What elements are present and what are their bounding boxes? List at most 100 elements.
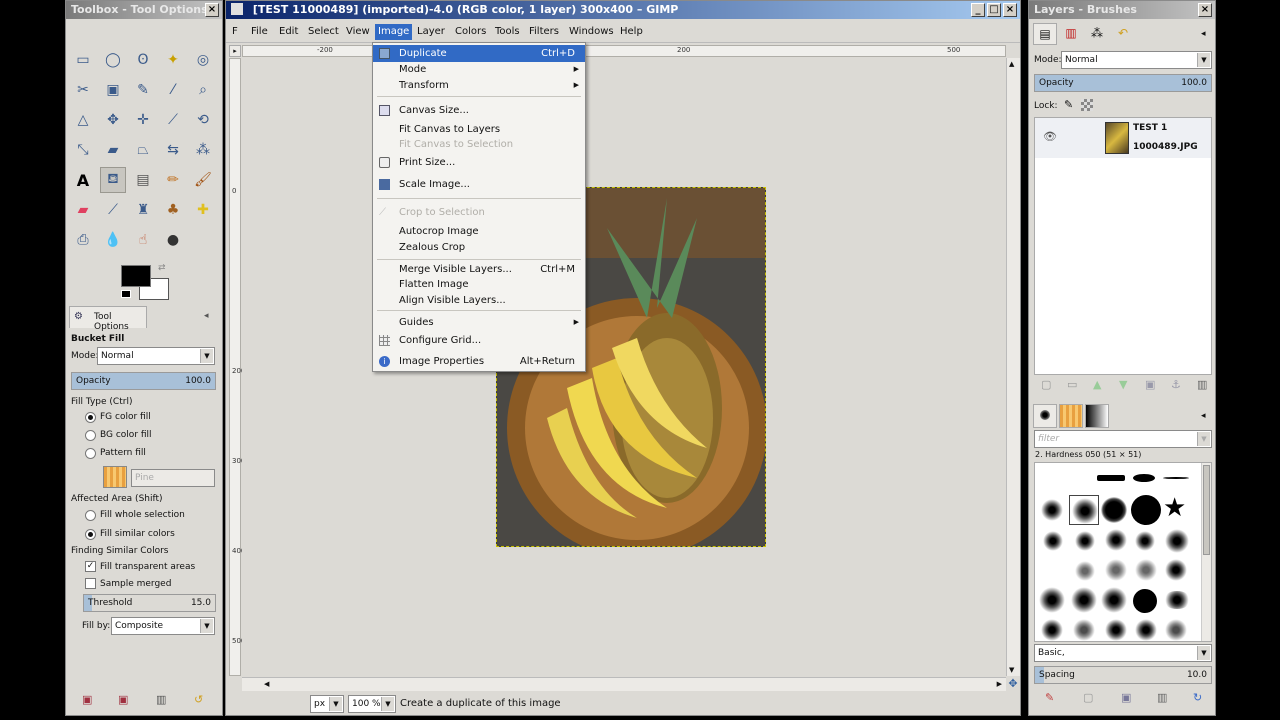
menu-select[interactable]: Select	[305, 24, 342, 40]
menu-windows[interactable]: Windows	[566, 24, 617, 40]
ink-tool-icon[interactable]: ♜	[130, 197, 156, 223]
blend-tool-icon[interactable]: ▤	[130, 167, 156, 193]
save-options-icon[interactable]: ▣	[82, 693, 92, 706]
new-brush-icon[interactable]: ▢	[1083, 691, 1093, 704]
star-brush-icon[interactable]: ★	[1163, 493, 1186, 523]
gradients-tab[interactable]	[1085, 404, 1109, 428]
brushes-tab[interactable]	[1033, 404, 1057, 428]
menu-item-guides[interactable]: Guides ▶	[373, 314, 585, 331]
clone-tool-icon[interactable]: ♣	[160, 197, 186, 223]
align-tool-icon[interactable]: ✛	[130, 107, 156, 133]
menu-item-image-properties[interactable]: i Image Properties Alt+Return	[373, 353, 585, 370]
blur-tool-icon[interactable]: 💧	[100, 227, 126, 253]
brush-item[interactable]	[1165, 529, 1189, 553]
menu-item-mode[interactable]: Mode ▶	[373, 61, 585, 78]
delete-layer-icon[interactable]: ▥	[1197, 378, 1207, 391]
paths-tab[interactable]: ⁂	[1085, 23, 1109, 45]
paintbrush-tool-icon[interactable]: 🖌	[190, 167, 216, 193]
brush-grid[interactable]: ★	[1034, 462, 1212, 642]
brush-scrollbar[interactable]	[1201, 463, 1211, 641]
brush-item[interactable]	[1043, 531, 1063, 551]
color-select-tool-icon[interactable]: ◎	[190, 47, 216, 73]
menu-item-configure-grid[interactable]: Configure Grid...	[373, 332, 585, 349]
close-button[interactable]: ×	[1003, 3, 1017, 17]
quick-mask-corner[interactable]: ▸	[229, 45, 241, 57]
fill-whole-selection-radio[interactable]	[85, 510, 96, 521]
airbrush-tool-icon[interactable]: ⟋	[100, 197, 126, 223]
brush-item[interactable]	[1041, 619, 1063, 641]
visibility-eye-icon[interactable]: 👁	[1043, 130, 1057, 143]
menu-item-flatten[interactable]: Flatten Image	[373, 276, 585, 293]
foreground-color-swatch[interactable]	[121, 265, 151, 287]
brush-item[interactable]	[1041, 499, 1063, 521]
color-picker-tool-icon[interactable]: ⁄	[160, 77, 186, 103]
layers-close-button[interactable]: ×	[1198, 3, 1212, 17]
raise-layer-icon[interactable]: ▲	[1093, 378, 1101, 391]
brush-scroll-thumb[interactable]	[1203, 465, 1210, 555]
anchor-layer-icon[interactable]: ⚓	[1171, 378, 1181, 391]
rotate-tool-icon[interactable]: ⟲	[190, 107, 216, 133]
menu-item-zealous-crop[interactable]: Zealous Crop	[373, 239, 585, 256]
refresh-brushes-icon[interactable]: ↻	[1193, 691, 1202, 704]
brush-item[interactable]	[1105, 559, 1127, 581]
patterns-tab[interactable]	[1059, 404, 1083, 428]
brush-item[interactable]	[1165, 559, 1187, 581]
layers-opacity-slider[interactable]: Opacity 100.0	[1034, 74, 1212, 92]
measure-tool-icon[interactable]: △	[70, 107, 96, 133]
menu-item-duplicate[interactable]: Duplicate Ctrl+D	[373, 45, 585, 62]
brush-item[interactable]	[1101, 587, 1127, 613]
vertical-ruler[interactable]: 0 200 300 400 500	[229, 58, 245, 676]
channels-tab[interactable]: ▥	[1059, 23, 1083, 45]
scroll-left-icon[interactable]: ◀	[264, 680, 269, 688]
edit-brush-icon[interactable]: ✎	[1045, 691, 1054, 704]
maximize-button[interactable]: □	[987, 3, 1001, 17]
brush-item-selected[interactable]	[1069, 495, 1099, 525]
lock-pixels-icon[interactable]: ✎	[1064, 98, 1073, 111]
crop-tool-icon[interactable]: ⟋	[160, 107, 186, 133]
toolbox-titlebar[interactable]: Toolbox - Tool Options	[66, 1, 222, 19]
tool-options-tab[interactable]: ⚙ Tool Options	[69, 306, 147, 332]
brush-item[interactable]	[1135, 619, 1157, 641]
menu-layer[interactable]: Layer	[414, 24, 448, 40]
foreground-select-tool-icon[interactable]: ▣	[100, 77, 126, 103]
bg-fill-radio[interactable]	[85, 430, 96, 441]
bucket-fill-tool-icon[interactable]: ⛾	[100, 167, 126, 193]
fuzzy-select-tool-icon[interactable]: ✦	[160, 47, 186, 73]
brush-item[interactable]	[1105, 619, 1127, 641]
duplicate-layer-icon[interactable]: ▣	[1145, 378, 1155, 391]
scissors-tool-icon[interactable]: ✂	[70, 77, 96, 103]
menu-item-transform[interactable]: Transform ▶	[373, 77, 585, 94]
lower-layer-icon[interactable]: ▼	[1119, 378, 1127, 391]
heal-tool-icon[interactable]: ✚	[190, 197, 216, 223]
menu-item-print-size[interactable]: Print Size...	[373, 154, 585, 171]
menu-item-scale-image[interactable]: Scale Image...	[373, 176, 585, 193]
scroll-down-icon[interactable]: ▼	[1009, 666, 1014, 674]
menu-view[interactable]: View	[343, 24, 373, 40]
threshold-slider[interactable]: Threshold 15.0	[83, 594, 216, 612]
zoom-select[interactable]: 100 % ▼	[348, 695, 396, 713]
brushes-configure-icon[interactable]: ◂	[1201, 411, 1206, 421]
mode-select[interactable]: Normal ▼	[97, 347, 215, 365]
configure-tab-icon[interactable]: ◂	[204, 311, 209, 321]
fill-similar-colors-radio[interactable]	[85, 529, 96, 540]
lock-alpha-icon[interactable]	[1081, 99, 1093, 111]
menu-image[interactable]: Image	[375, 24, 413, 40]
scroll-right-icon[interactable]: ▶	[997, 680, 1002, 688]
brush-item[interactable]	[1133, 589, 1157, 613]
layers-tab[interactable]: ▤	[1033, 23, 1057, 45]
delete-options-icon[interactable]: ▥	[156, 693, 166, 706]
layer-list[interactable]: 👁 TEST 1 1000489.JPG	[1034, 117, 1212, 375]
brush-item[interactable]	[1165, 619, 1187, 641]
perspective-tool-icon[interactable]: ⏢	[130, 137, 156, 163]
pattern-preview[interactable]	[103, 466, 127, 488]
horizontal-ruler[interactable]: -200 200 500	[242, 45, 1006, 57]
brush-item[interactable]	[1135, 531, 1155, 551]
brush-item[interactable]	[1133, 474, 1155, 482]
brush-item[interactable]	[1097, 475, 1125, 481]
brush-item[interactable]	[1075, 531, 1095, 551]
brush-item[interactable]	[1101, 497, 1127, 523]
pattern-name-field[interactable]: Pine	[131, 469, 215, 487]
fill-transparent-checkbox[interactable]: ✓	[85, 561, 96, 572]
zoom-tool-icon[interactable]: ⌕	[190, 77, 216, 103]
new-layer-group-icon[interactable]: ▭	[1067, 378, 1077, 391]
